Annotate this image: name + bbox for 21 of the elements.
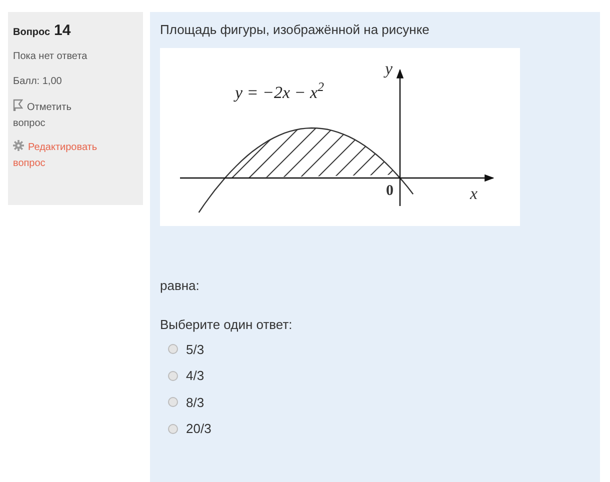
- radio-button[interactable]: [168, 424, 178, 434]
- radio-button[interactable]: [168, 344, 178, 354]
- question-text: Площадь фигуры, изображённой на рисунке: [160, 21, 430, 39]
- answer-option-label: 5/3: [186, 340, 204, 358]
- origin-label: 0: [386, 184, 394, 198]
- answer-prompt: Выберите один ответ:: [160, 316, 294, 334]
- radio-button[interactable]: [168, 370, 178, 381]
- question-continuation: равна:: [160, 276, 200, 295]
- question-label: Вопрос: [13, 26, 50, 40]
- answer-option-label: 4/3: [186, 367, 204, 385]
- curve-equation: y = −2x − x$^{2}$: [235, 84, 324, 100]
- answer-option-label: 8/3: [186, 394, 204, 412]
- answer-status: Пока нет ответа: [13, 50, 88, 64]
- question-number: 14: [54, 21, 71, 41]
- answer-option-label: 20/3: [186, 420, 212, 438]
- x-axis-label: x: [470, 184, 478, 202]
- grade-text: Балл: 1,00: [13, 74, 63, 88]
- y-axis-label: y: [385, 60, 393, 76]
- radio-button[interactable]: [168, 397, 178, 408]
- gear-icon: [13, 140, 24, 150]
- flag-question-link[interactable]: Отметить вопрос: [13, 98, 103, 132]
